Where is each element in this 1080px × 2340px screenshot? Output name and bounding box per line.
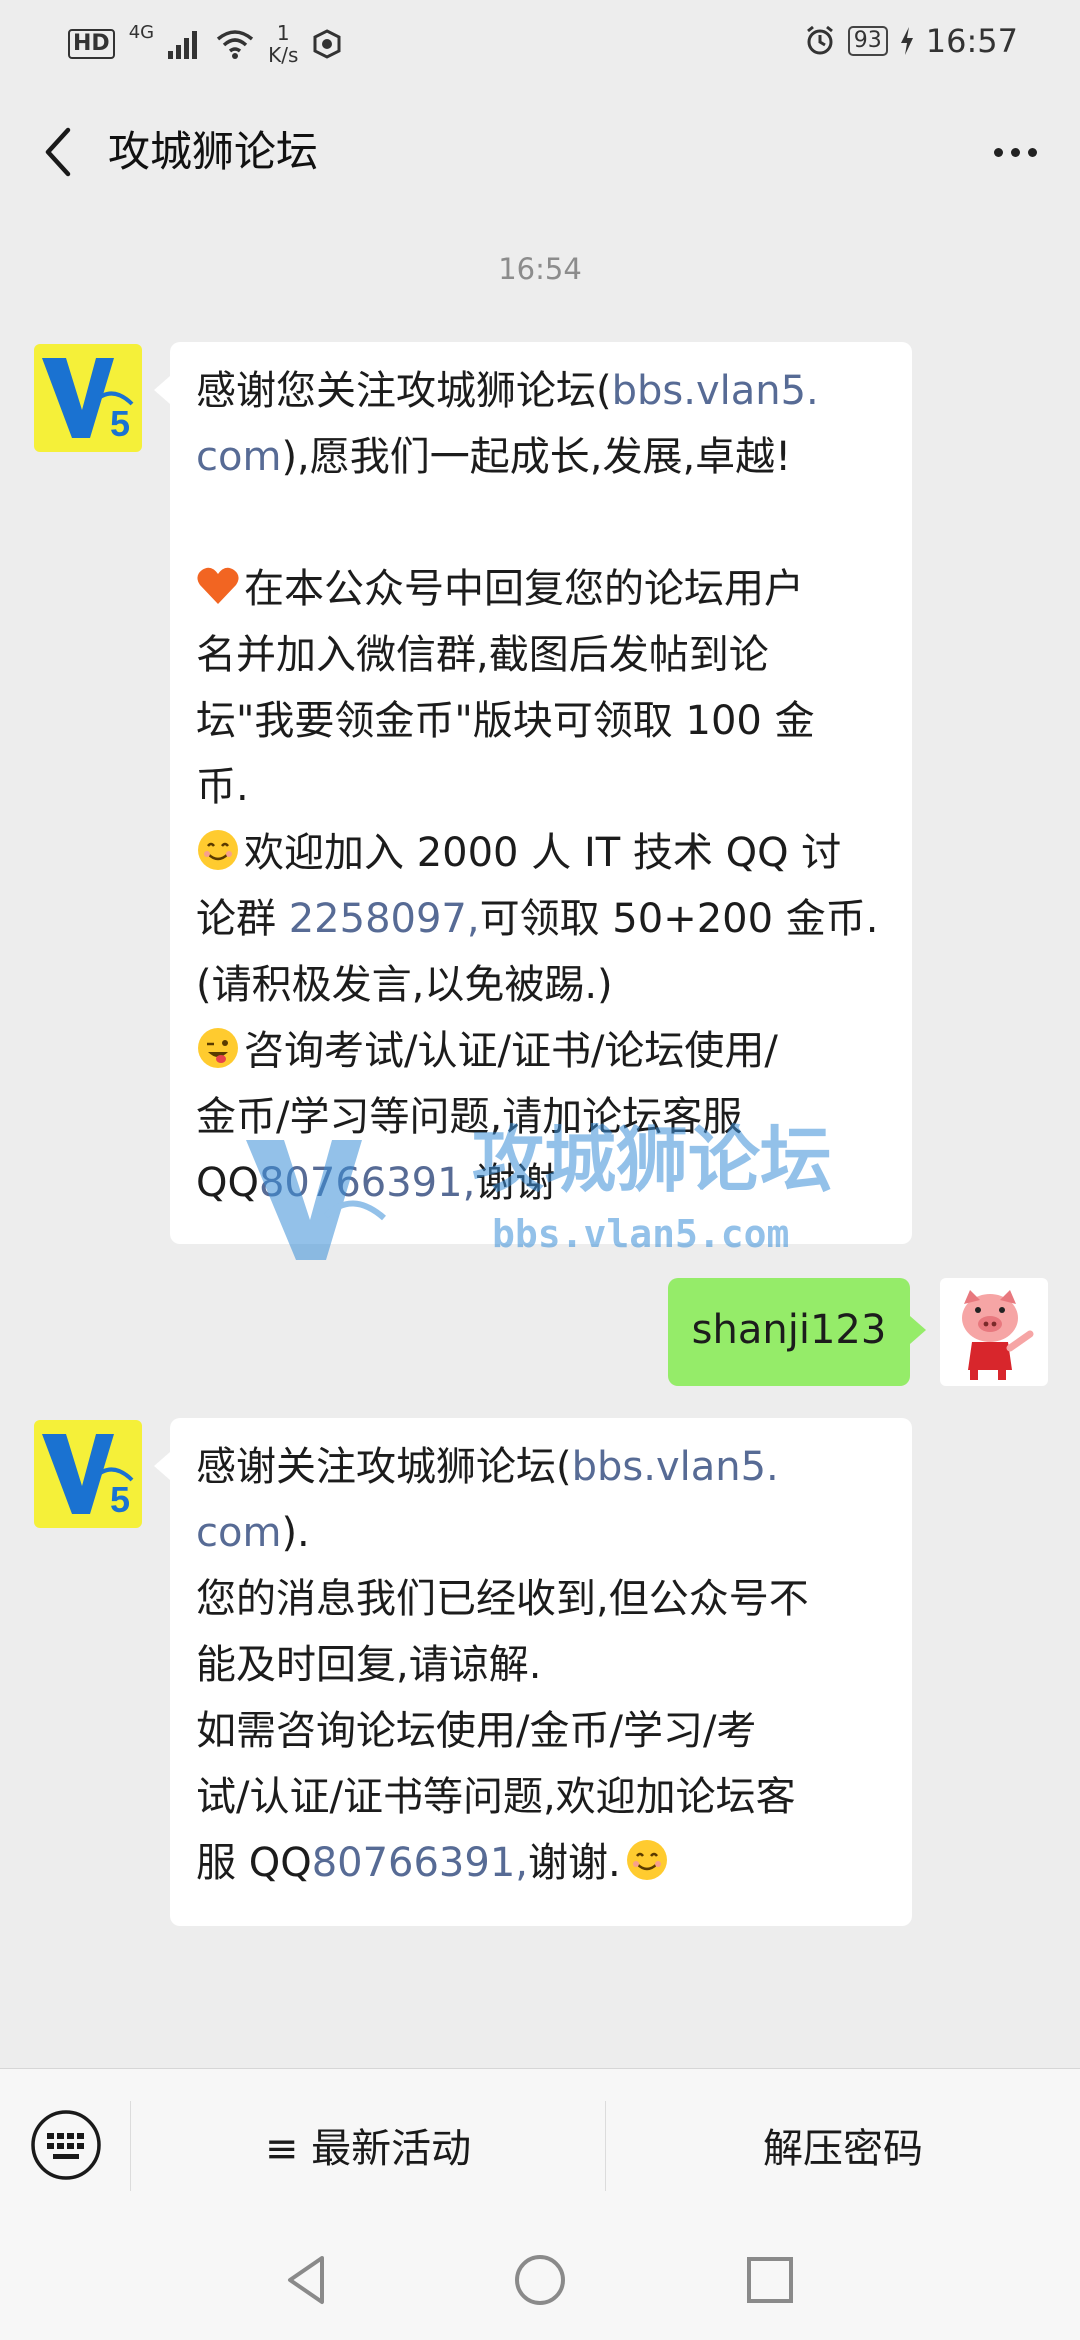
outgoing-message-text: shanji123 [691,1307,887,1353]
message-line: com). [196,1510,310,1556]
charging-icon [900,27,913,55]
shield-icon [313,29,341,59]
qq-service-link[interactable]: 80766391, [312,1840,528,1886]
net-speed-unit: K/s [268,43,299,67]
message-line: 坛"我要领金币"版块可领取 100 金 [196,698,815,744]
nav-back-icon[interactable] [278,2250,338,2310]
message-bubble[interactable]: 感谢关注攻城狮论坛(bbs.vlan5. com). 您的消息我们已经收到,但公… [154,1418,912,1926]
clock: 16:57 [925,22,1018,60]
more-options-button[interactable] [980,122,1050,182]
message-line: 在本公众号中回复您的论坛用户 [196,556,888,622]
qq-group-link[interactable]: 2258097, [289,896,480,942]
menu-unzip-password[interactable]: 解压密码 [606,2069,1080,2221]
message-line: QQ80766391,谢谢 [196,1160,556,1206]
heart-emoji-icon [197,567,239,604]
smile-emoji-icon [626,1840,667,1880]
wifi-icon [216,30,254,59]
smile-emoji-icon [198,830,238,870]
system-nav-bar [0,2220,1080,2340]
more-dot-icon [993,147,1003,157]
status-bar: HD 4G 1 K/s 93 16:57 [0,0,1080,92]
forum-link[interactable]: com [196,434,281,480]
network-type: 4G [128,22,155,43]
message-line: 感谢关注攻城狮论坛(bbs.vlan5. [196,1444,779,1490]
battery-level: 93 [847,26,888,56]
message-line: 名并加入微信群,截图后发帖到论 [196,632,769,678]
message-line: (请积极发言,以免被踢.) [196,962,613,1008]
v5-logo-icon: 5 [42,358,134,444]
nav-home-icon[interactable] [510,2250,570,2310]
message-line: 能及时回复,请谅解. [196,1642,542,1688]
menu-latest-activities[interactable]: ≡ 最新活动 [131,2069,605,2221]
message-bubble[interactable]: 感谢您关注攻城狮论坛(bbs.vlan5. com),愿我们一起成长,发展,卓越… [154,342,912,1244]
forum-link[interactable]: bbs.vlan5. [612,368,819,414]
more-dot-icon [1010,147,1020,157]
qq-service-link[interactable]: 80766391, [259,1160,475,1206]
forum-link[interactable]: bbs.vlan5. [572,1444,779,1490]
keyboard-toggle-icon[interactable] [30,2109,102,2181]
chat-header: 攻城狮论坛 [0,92,1080,218]
my-avatar[interactable] [940,1278,1048,1386]
official-account-avatar[interactable]: 5 [34,344,142,452]
message-line: 欢迎加入 2000 人 IT 技术 QQ 讨 [196,820,888,886]
message-line: 您的消息我们已经收到,但公众号不 [196,1576,809,1622]
official-account-avatar[interactable]: 5 [34,1420,142,1528]
net-speed: 1 K/s [268,22,298,66]
chat-title: 攻城狮论坛 [108,127,319,176]
pig-avatar-icon [962,1290,1034,1380]
outgoing-message-bubble[interactable]: shanji123 [668,1278,926,1386]
signal-icon [168,31,198,59]
more-dot-icon [1027,147,1037,157]
message-line: 论群 2258097,可领取 50+200 金币. [196,896,879,942]
nav-recents-icon[interactable] [740,2250,800,2310]
hd-indicator: HD [68,29,115,59]
message-line: 感谢您关注攻城狮论坛(bbs.vlan5. [196,368,819,414]
chat-timestamp: 16:54 [498,252,582,286]
back-icon[interactable] [30,122,90,182]
svg-text:5: 5 [110,1479,130,1520]
message-line: 咨询考试/认证/证书/论坛使用/ [196,1018,888,1084]
alarm-icon [806,25,833,55]
wink-emoji-icon [198,1028,238,1068]
status-right: 93 16:57 [804,22,1018,60]
status-left: HD 4G 1 K/s [68,22,342,66]
net-speed-value: 1 [276,21,290,45]
message-line: 金币/学习等问题,请加论坛客服 [196,1094,743,1140]
svg-text:5: 5 [110,403,130,444]
message-line: 如需咨询论坛使用/金币/学习/考 [196,1708,757,1754]
v5-logo-icon: 5 [42,1434,134,1520]
message-line: com),愿我们一起成长,发展,卓越! [196,434,792,480]
official-account-menu: ≡ 最新活动 解压密码 [0,2068,1080,2221]
message-line: 服 QQ80766391,谢谢. [196,1830,888,1896]
message-line: 试/认证/证书等问题,欢迎加论坛客 [196,1774,796,1820]
forum-link[interactable]: com [196,1510,281,1556]
message-line: 币. [196,764,249,810]
